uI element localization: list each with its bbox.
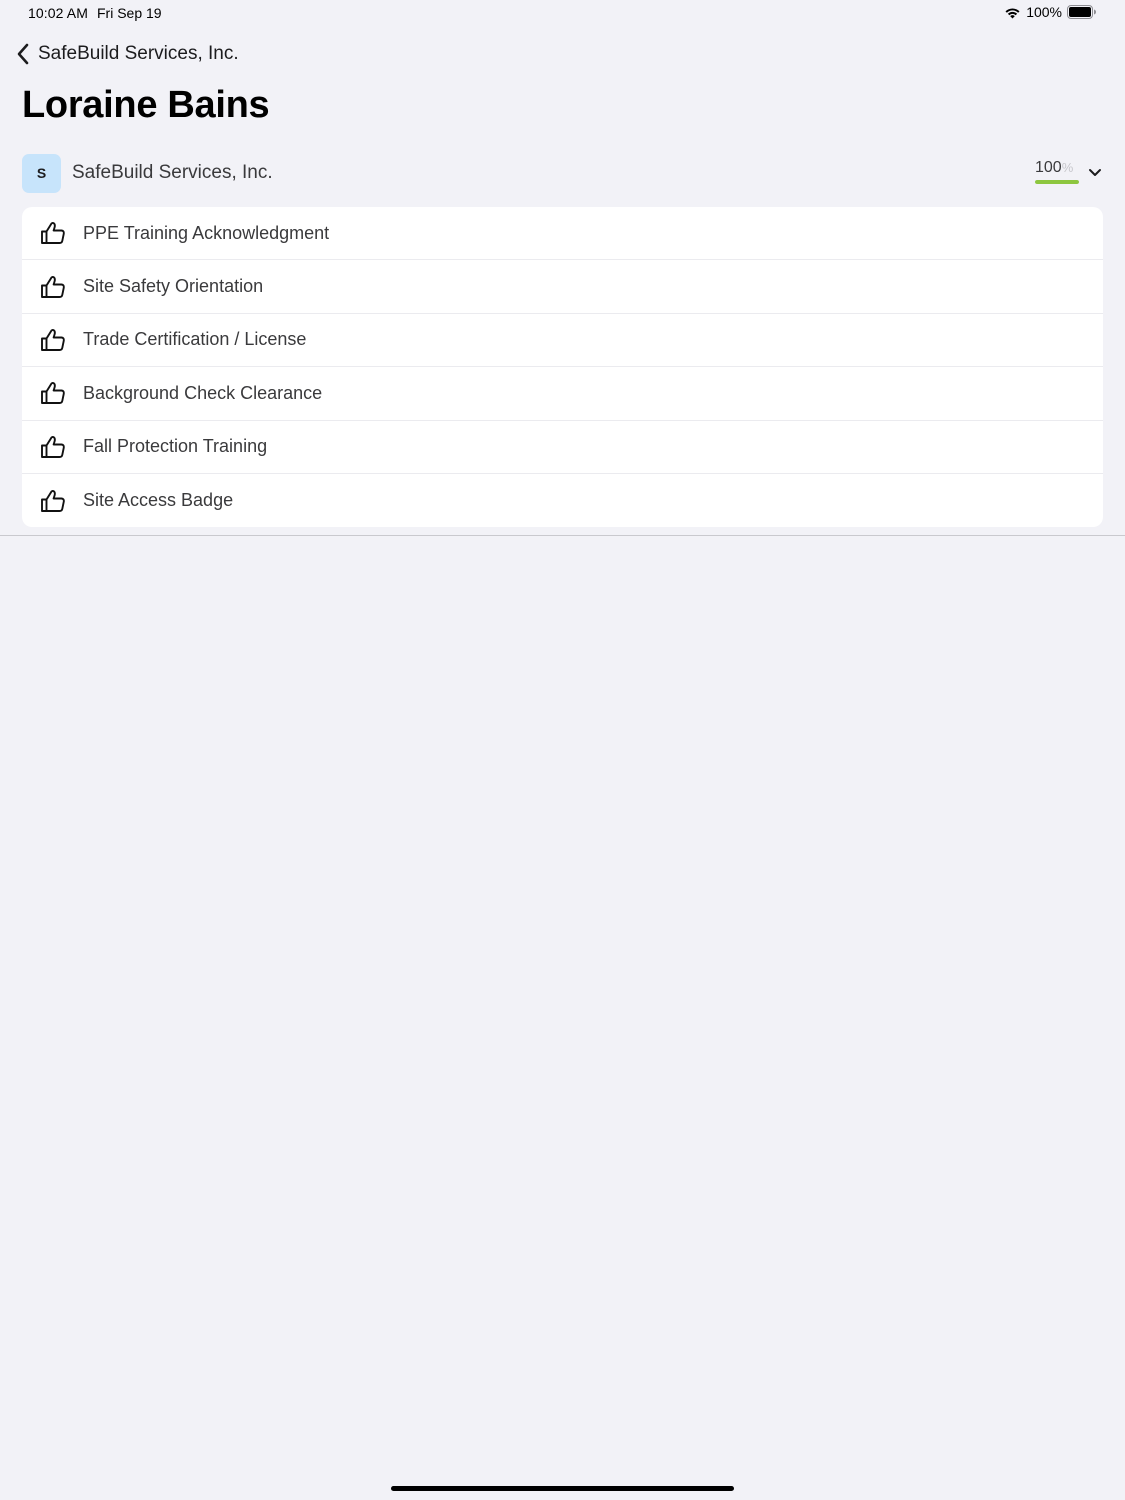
list-item-label: Site Access Badge	[83, 490, 234, 511]
page-title: Loraine Bains	[22, 84, 270, 126]
home-indicator[interactable]	[391, 1486, 734, 1491]
back-button[interactable]: SafeBuild Services, Inc.	[12, 40, 239, 68]
list-item-label: Trade Certification / License	[83, 329, 307, 350]
status-time: 10:02 AM	[28, 5, 88, 21]
list-item-label: Fall Protection Training	[83, 436, 268, 457]
status-bar: 10:02 AM Fri Sep 19 100%	[0, 0, 1125, 28]
thumbs-up-icon	[39, 433, 67, 461]
battery-icon	[1067, 5, 1097, 19]
status-date: Fri Sep 19	[97, 5, 162, 21]
list-item[interactable]: PPE Training Acknowledgment	[22, 207, 1103, 261]
thumbs-up-icon	[39, 273, 67, 301]
list-item-label: PPE Training Acknowledgment	[83, 222, 330, 243]
thumbs-up-icon	[39, 379, 67, 407]
back-button-label: SafeBuild Services, Inc.	[38, 43, 239, 64]
avatar: S	[22, 153, 61, 193]
list-item-label: Site Safety Orientation	[83, 276, 264, 297]
thumbs-up-icon	[39, 219, 67, 247]
progress-bar-fill	[1035, 179, 1079, 184]
chevron-left-icon	[12, 40, 34, 68]
divider	[0, 535, 1125, 536]
list-item[interactable]: Site Access Badge	[22, 474, 1103, 527]
status-indicators: 100%	[1004, 4, 1097, 20]
battery-percent: 100%	[1026, 4, 1062, 20]
company-name: SafeBuild Services, Inc.	[72, 162, 273, 183]
progress-unit: %	[1061, 159, 1074, 175]
company-section-header[interactable]: S SafeBuild Services, Inc. 100%	[22, 153, 1103, 193]
thumbs-up-icon	[39, 326, 67, 354]
list-item[interactable]: Background Check Clearance	[22, 367, 1103, 421]
chevron-down-icon[interactable]	[1087, 165, 1103, 181]
list-item[interactable]: Fall Protection Training	[22, 421, 1103, 474]
wifi-icon	[1004, 6, 1021, 19]
list-item[interactable]: Site Safety Orientation	[22, 260, 1103, 314]
progress-bar	[1035, 179, 1079, 184]
requirements-list: PPE Training Acknowledgment Site Safety …	[22, 207, 1103, 528]
progress-value: 100	[1035, 158, 1062, 176]
list-item[interactable]: Trade Certification / License	[22, 314, 1103, 368]
completion-progress: 100%	[1035, 159, 1079, 184]
thumbs-up-icon	[39, 487, 67, 515]
progress-text: 100%	[1035, 159, 1079, 177]
list-item-label: Background Check Clearance	[83, 382, 323, 403]
